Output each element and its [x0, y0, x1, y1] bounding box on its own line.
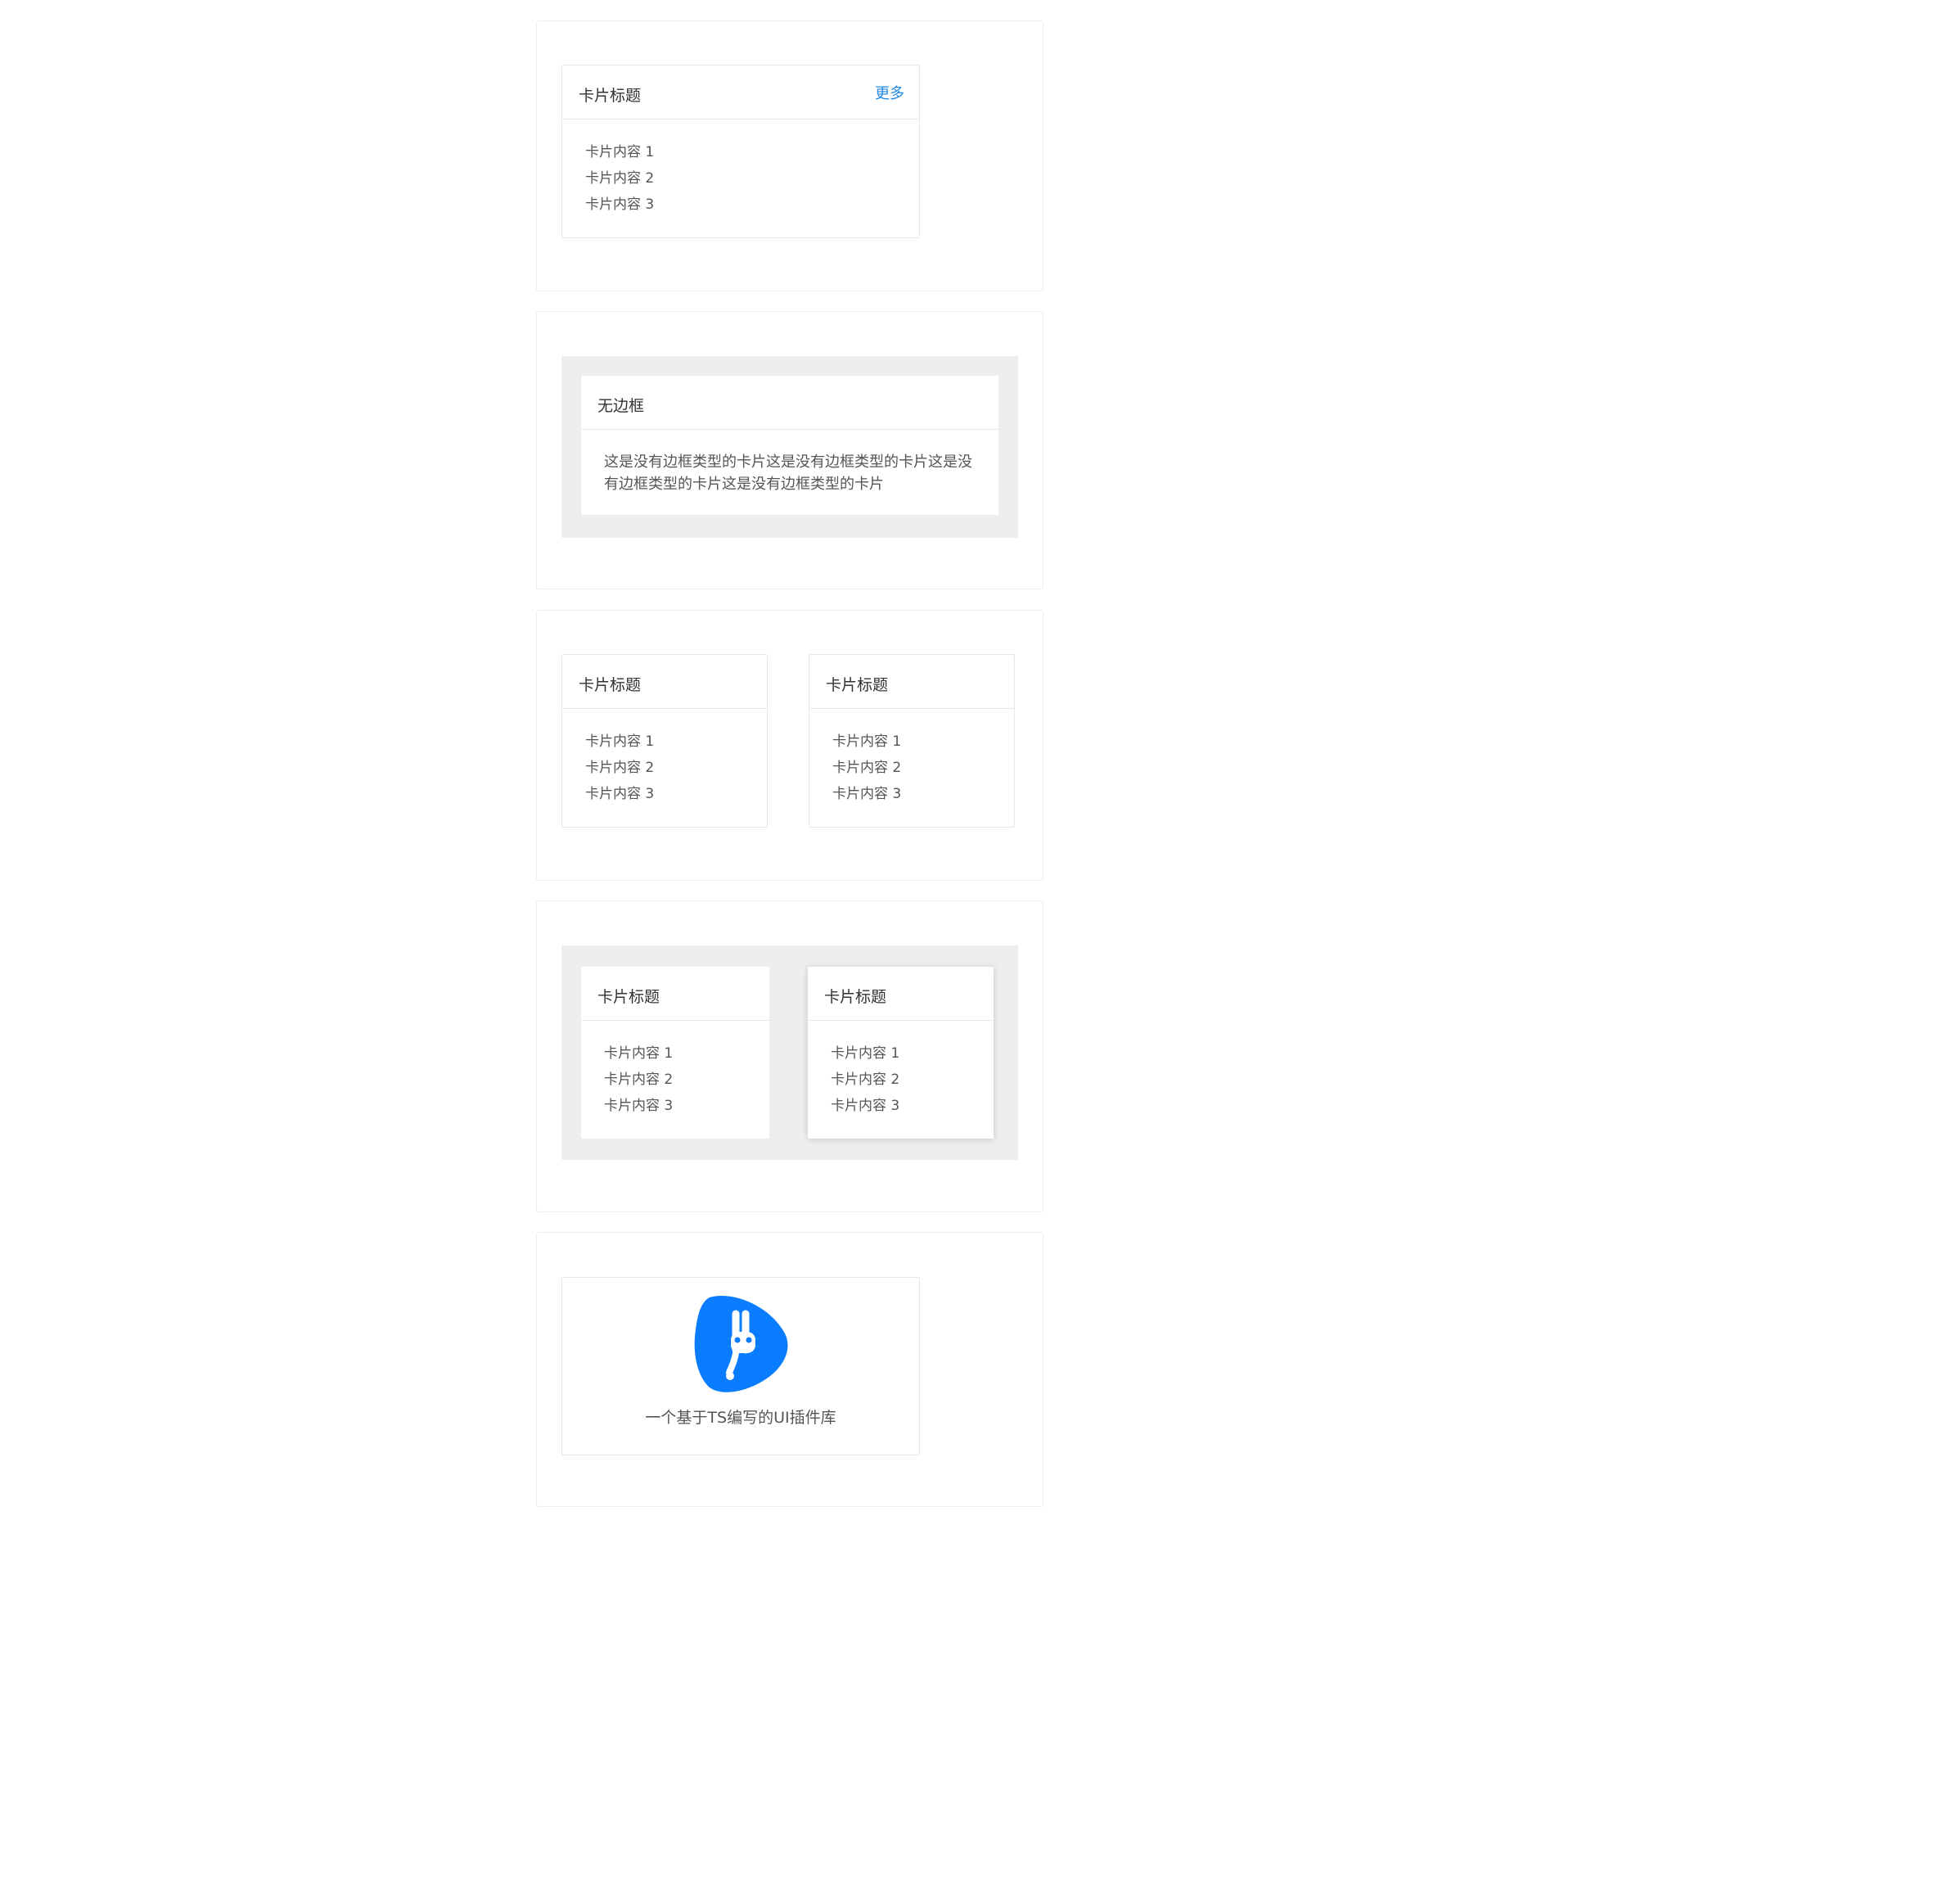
plain-card: 卡片标题 卡片内容 1 卡片内容 2 卡片内容 3 [581, 967, 769, 1139]
grid-card: 卡片标题 卡片内容 1 卡片内容 2 卡片内容 3 [561, 654, 768, 828]
card-header: 卡片标题 [562, 655, 767, 709]
card-header: 无边框 [581, 376, 999, 430]
card-title: 卡片标题 [597, 988, 660, 1006]
card-content-text: 这是没有边框类型的卡片这是没有边框类型的卡片这是没有边框类型的卡片这是没有边框类… [604, 453, 972, 493]
demo-block-borderless: 无边框 这是没有边框类型的卡片这是没有边框类型的卡片这是没有边框类型的卡片这是没… [536, 311, 1044, 589]
card-content-line: 卡片内容 3 [585, 786, 655, 802]
demo-block-shadow: 卡片标题 卡片内容 1 卡片内容 2 卡片内容 3 卡片标题 卡片内容 1 卡片… [536, 900, 1044, 1212]
card-content-line: 卡片内容 1 [604, 1045, 674, 1062]
card-content-line: 卡片内容 2 [832, 760, 902, 776]
card-body: 卡片内容 1 卡片内容 2 卡片内容 3 [562, 120, 919, 237]
gray-background: 卡片标题 卡片内容 1 卡片内容 2 卡片内容 3 卡片标题 卡片内容 1 卡片… [561, 945, 1018, 1160]
card-content-line: 卡片内容 2 [604, 1072, 674, 1088]
demo-block-image: 一个基于TS编写的UI插件库 [536, 1232, 1044, 1507]
card-body: 卡片内容 1 卡片内容 2 卡片内容 3 [809, 709, 1014, 827]
card-body: 卡片内容 1 卡片内容 2 卡片内容 3 [581, 1021, 769, 1139]
rabbit-logo-icon [694, 1295, 788, 1392]
card-header: 卡片标题 更多 [562, 65, 919, 120]
card-title: 卡片标题 [579, 87, 642, 105]
card-body: 卡片内容 1 卡片内容 2 卡片内容 3 [808, 1021, 994, 1139]
card-content-line: 卡片内容 2 [585, 170, 655, 187]
card-content-line: 卡片内容 3 [604, 1098, 674, 1114]
image-card-caption: 一个基于TS编写的UI插件库 [645, 1409, 836, 1427]
card-content-line: 卡片内容 1 [585, 733, 655, 750]
card-content-line: 卡片内容 2 [831, 1072, 900, 1088]
grid-card: 卡片标题 卡片内容 1 卡片内容 2 卡片内容 3 [809, 654, 1015, 828]
card-content-line: 卡片内容 1 [832, 733, 902, 750]
card-body: 卡片内容 1 卡片内容 2 卡片内容 3 [562, 709, 767, 827]
card-title: 卡片标题 [824, 988, 887, 1006]
card-content-line: 卡片内容 2 [585, 760, 655, 776]
gray-background: 无边框 这是没有边框类型的卡片这是没有边框类型的卡片这是没有边框类型的卡片这是没… [561, 356, 1018, 538]
card-content-line: 卡片内容 3 [585, 196, 655, 213]
demo-block-basic: 卡片标题 更多 卡片内容 1 卡片内容 2 卡片内容 3 [536, 20, 1044, 291]
more-link[interactable]: 更多 [875, 82, 904, 103]
card-header: 卡片标题 [808, 967, 994, 1021]
basic-card: 卡片标题 更多 卡片内容 1 卡片内容 2 卡片内容 3 [561, 65, 920, 238]
card-title: 卡片标题 [579, 676, 642, 694]
card-header: 卡片标题 [809, 655, 1014, 709]
demo-block-grid: 卡片标题 卡片内容 1 卡片内容 2 卡片内容 3 卡片标题 卡片内容 1 卡片… [536, 610, 1044, 881]
card-content-line: 卡片内容 3 [831, 1098, 900, 1114]
card-body: 这是没有边框类型的卡片这是没有边框类型的卡片这是没有边框类型的卡片这是没有边框类… [581, 430, 999, 512]
borderless-card: 无边框 这是没有边框类型的卡片这是没有边框类型的卡片这是没有边框类型的卡片这是没… [581, 376, 999, 515]
card-header: 卡片标题 [581, 967, 769, 1021]
card-content-line: 卡片内容 3 [832, 786, 902, 802]
shadow-card[interactable]: 卡片标题 卡片内容 1 卡片内容 2 卡片内容 3 [808, 967, 994, 1139]
card-title: 卡片标题 [826, 676, 889, 694]
card-title: 无边框 [597, 397, 645, 415]
image-card: 一个基于TS编写的UI插件库 [561, 1277, 920, 1455]
card-content-line: 卡片内容 1 [831, 1045, 900, 1062]
card-content-line: 卡片内容 1 [585, 144, 655, 160]
